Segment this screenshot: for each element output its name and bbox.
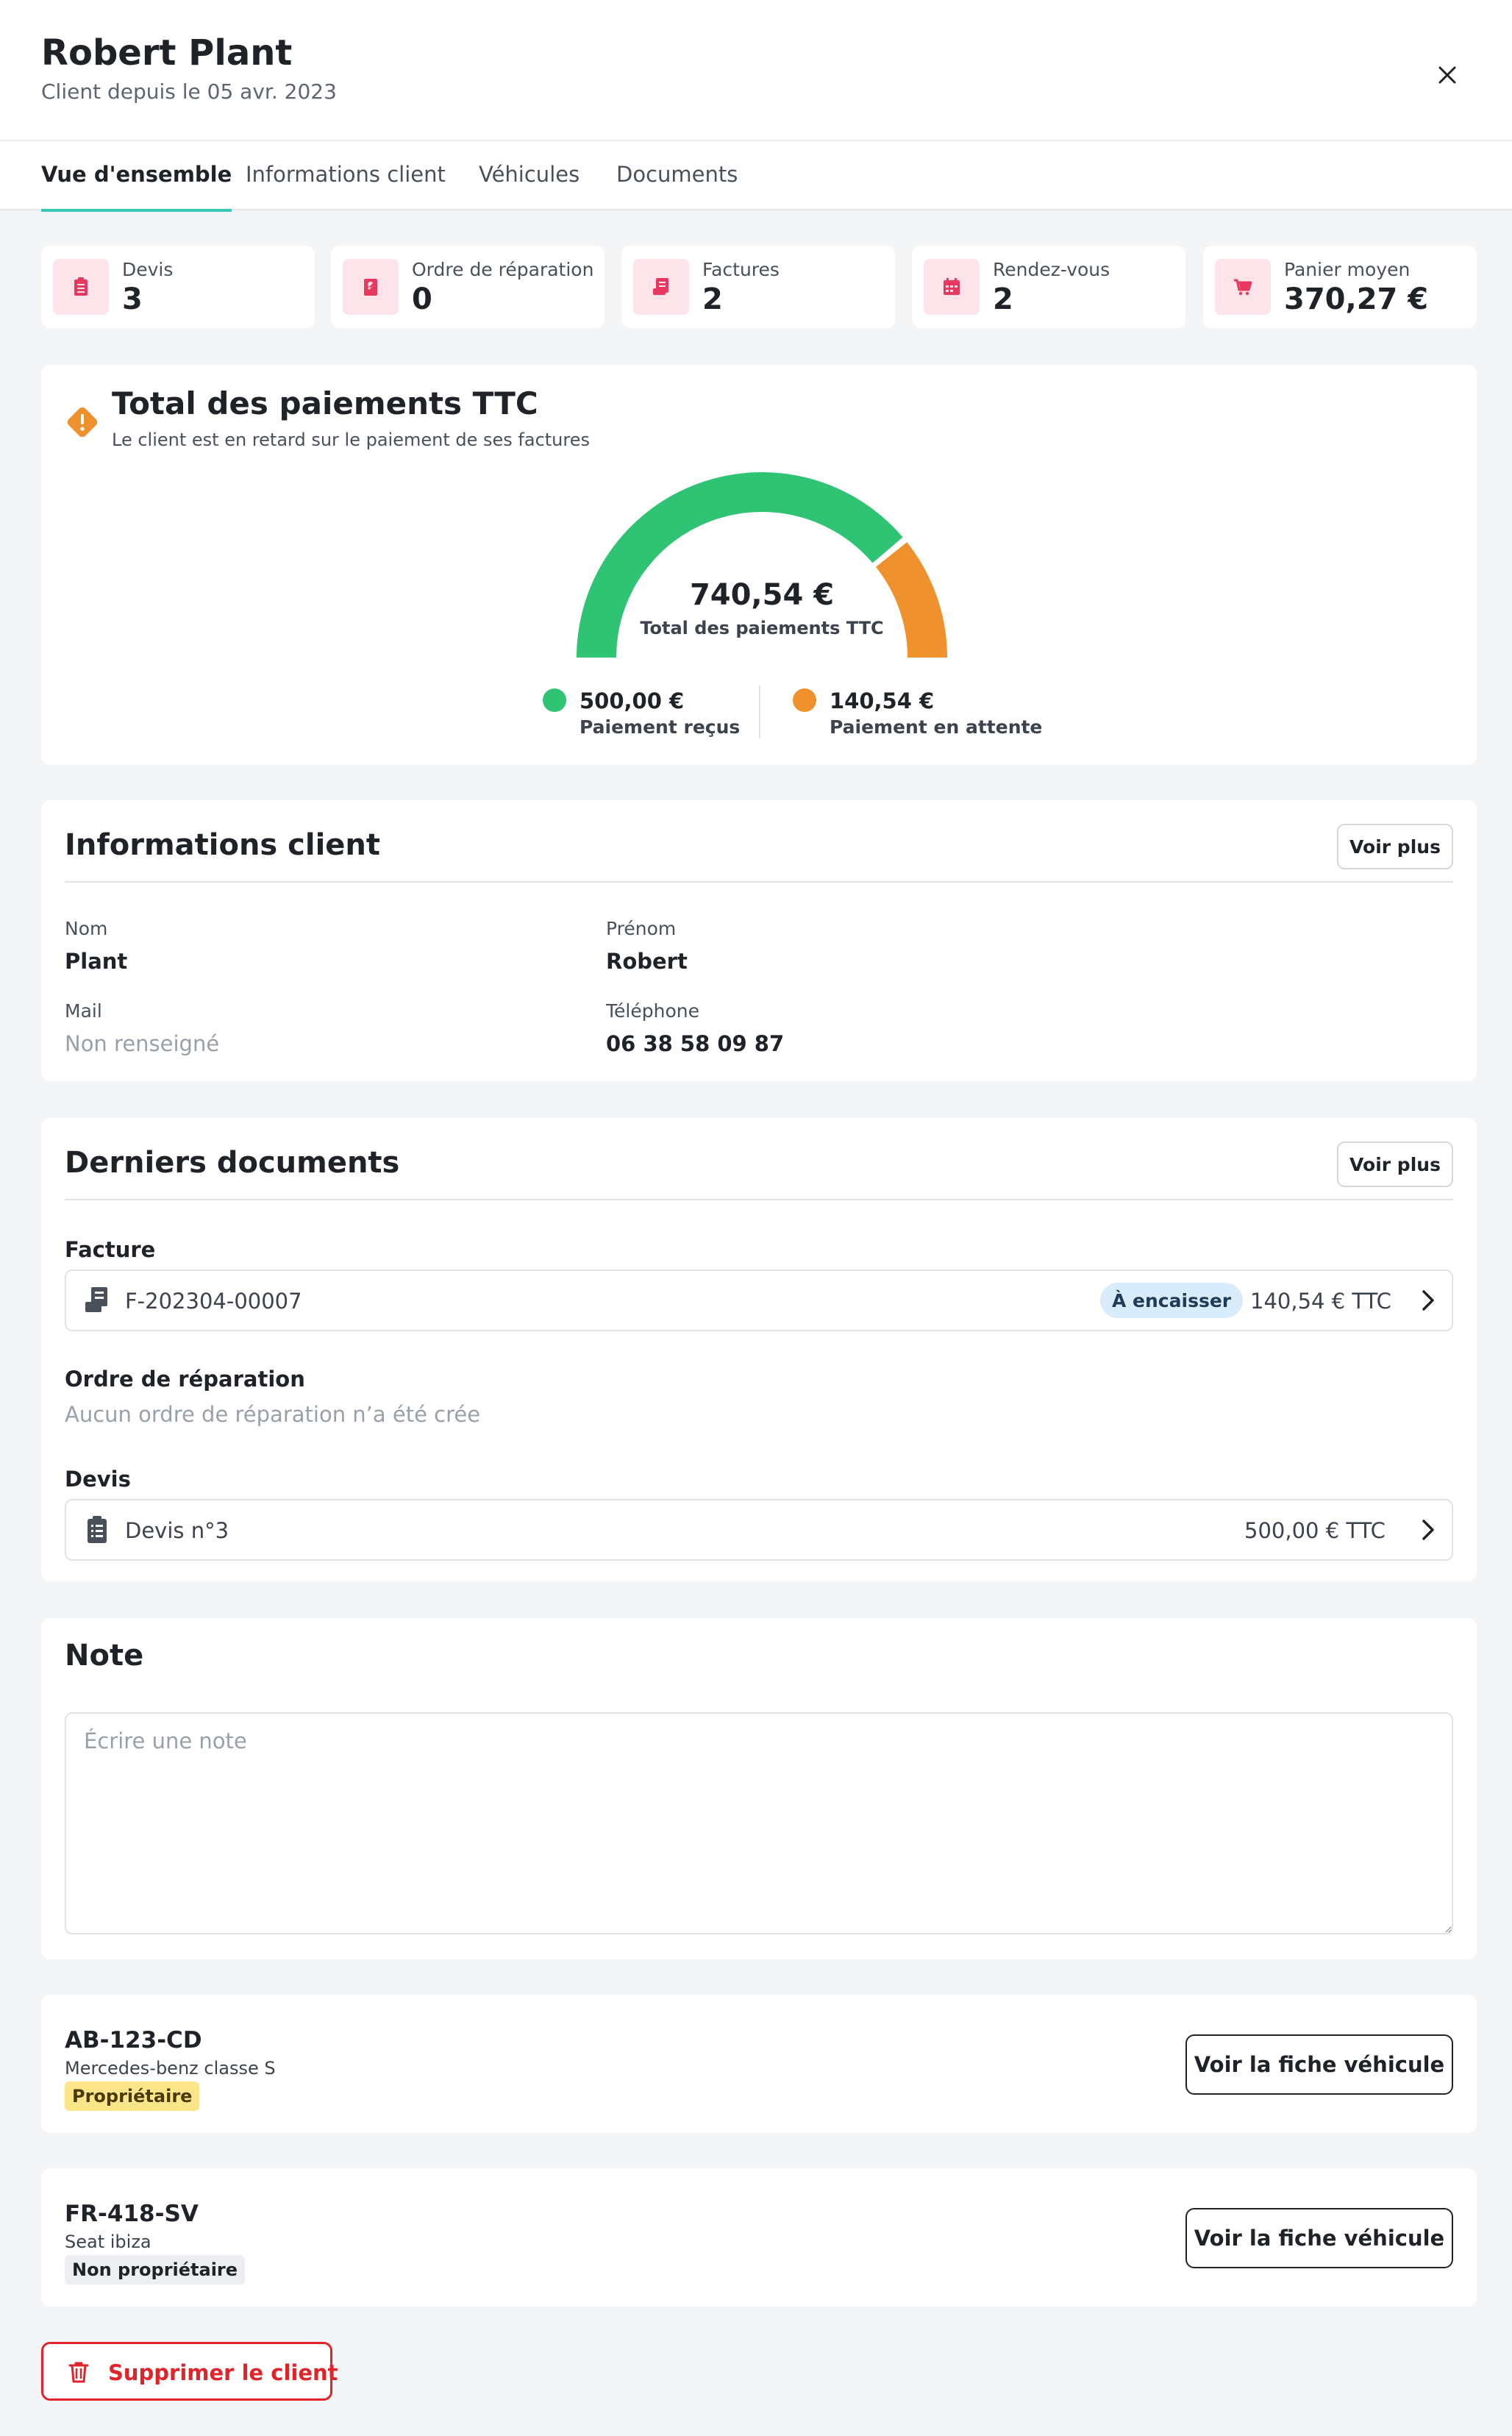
stat-value: 2 <box>702 282 723 316</box>
client-info-see-more-button[interactable]: Voir plus <box>1337 824 1453 869</box>
stat-label: Panier moyen <box>1284 259 1411 280</box>
stat-card-repair-orders: Ordre de réparation 0 <box>331 246 605 328</box>
vehicle-owner-badge: Non propriétaire <box>65 2255 246 2284</box>
quote-name: Devis n°3 <box>125 1518 229 1543</box>
prenom-value: Robert <box>606 949 688 974</box>
quote-row[interactable]: Devis n°3 500,00 € TTC <box>65 1499 1453 1561</box>
tab-vehicles[interactable]: Véhicules <box>479 162 580 210</box>
stat-label: Ordre de réparation <box>412 259 594 280</box>
close-icon <box>1438 66 1456 84</box>
documents-card: Derniers documents Voir plus Facture F-2… <box>41 1118 1477 1581</box>
stat-value: 370,27 € <box>1284 282 1429 316</box>
documents-see-more-button[interactable]: Voir plus <box>1337 1142 1453 1187</box>
stat-value: 3 <box>122 282 143 316</box>
gauge-total-label: Total des paiements TTC <box>640 618 884 638</box>
stat-card-appointments: Rendez-vous 2 <box>912 246 1185 328</box>
tel-value: 06 38 58 09 87 <box>606 1031 785 1056</box>
client-name: Robert Plant <box>41 32 293 74</box>
clipboard-icon <box>74 277 88 296</box>
view-vehicle-button[interactable]: Voir la fiche véhicule <box>1185 2208 1453 2268</box>
legend-pending-label: Paiement en attente <box>830 716 1043 738</box>
view-vehicle-button[interactable]: Voir la fiche véhicule <box>1185 2034 1453 2095</box>
tab-documents[interactable]: Documents <box>616 162 738 210</box>
delete-client-button[interactable]: Supprimer le client <box>41 2342 338 2401</box>
calendar-icon <box>944 278 960 295</box>
gauge-total: 740,54 € <box>689 578 835 612</box>
stat-value: 2 <box>993 282 1013 316</box>
invoice-number: F-202304-00007 <box>125 1289 302 1314</box>
legend-received-label: Paiement reçus <box>580 716 741 738</box>
stat-label: Rendez-vous <box>993 259 1110 280</box>
nom-label: Nom <box>65 918 108 939</box>
divider <box>65 1199 1453 1200</box>
chevron-right-icon <box>1422 1520 1434 1540</box>
invoice-icon <box>85 1287 107 1312</box>
clipboard-icon <box>88 1516 107 1543</box>
vehicle-plate: AB-123-CD <box>65 2027 202 2054</box>
stat-card-devis: Devis 3 <box>41 246 315 328</box>
note-textarea[interactable] <box>65 1712 1453 1934</box>
panel-header: Robert Plant Client depuis le 05 avr. 20… <box>0 0 1512 141</box>
warning-icon <box>67 407 98 438</box>
legend-pending-amount: 140,54 € <box>830 688 935 713</box>
close-button[interactable] <box>1427 54 1468 96</box>
invoice-section-title: Facture <box>65 1237 156 1262</box>
vehicle-plate: FR-418-SV <box>65 2201 199 2227</box>
stat-value: 0 <box>412 282 432 316</box>
legend-received-amount: 500,00 € <box>580 688 685 713</box>
documents-title: Derniers documents <box>65 1146 400 1180</box>
invoice-icon <box>653 278 668 295</box>
note-card: Note <box>41 1618 1477 1959</box>
quote-section-title: Devis <box>65 1467 131 1492</box>
payments-title: Total des paiements TTC <box>112 385 538 421</box>
divider <box>65 881 1453 883</box>
vehicle-card: FR-418-SV Seat ibiza Non propriétaire Vo… <box>41 2168 1477 2307</box>
legend-dot-pending <box>793 688 816 712</box>
tab-bar: Vue d'ensemble Informations client Véhic… <box>0 141 1512 212</box>
legend-separator <box>759 685 760 738</box>
vehicle-card: AB-123-CD Mercedes-benz classe S Proprié… <box>41 1995 1477 2133</box>
repair-section-title: Ordre de réparation <box>65 1367 305 1392</box>
payments-card: Total des paiements TTC Le client est en… <box>41 365 1477 765</box>
stat-label: Factures <box>702 259 780 280</box>
tab-overview[interactable]: Vue d'ensemble <box>41 162 232 212</box>
invoice-row[interactable]: F-202304-00007 À encaisser 140,54 € TTC <box>65 1269 1453 1331</box>
mail-value: Non renseigné <box>65 1031 220 1056</box>
client-info-card: Informations client Voir plus Nom Plant … <box>41 800 1477 1081</box>
mail-label: Mail <box>65 1000 102 1022</box>
invoice-amount: 140,54 € TTC <box>1250 1289 1391 1314</box>
repair-empty-message: Aucun ordre de réparation n’a été crée <box>65 1402 481 1427</box>
client-panel: Robert Plant Client depuis le 05 avr. 20… <box>0 0 1512 2436</box>
quote-amount: 500,00 € TTC <box>1244 1518 1386 1543</box>
client-info-title: Informations client <box>65 828 381 862</box>
payments-subtitle: Le client est en retard sur le paiement … <box>112 430 590 450</box>
stat-card-invoices: Factures 2 <box>621 246 895 328</box>
wrench-icon <box>364 279 377 296</box>
vehicle-model: Mercedes-benz classe S <box>65 2058 276 2079</box>
tel-label: Téléphone <box>606 1000 699 1022</box>
nom-value: Plant <box>65 949 128 974</box>
client-since: Client depuis le 05 avr. 2023 <box>41 79 337 104</box>
legend-dot-received <box>543 688 566 712</box>
chevron-right-icon <box>1422 1290 1434 1311</box>
vehicle-owner-badge: Propriétaire <box>65 2081 200 2111</box>
trash-icon <box>68 2362 89 2383</box>
tab-client-info[interactable]: Informations client <box>246 162 446 210</box>
note-title: Note <box>65 1639 144 1673</box>
cart-icon <box>1234 279 1252 296</box>
stat-card-average-basket: Panier moyen 370,27 € <box>1203 246 1477 328</box>
invoice-status-badge: À encaisser <box>1100 1283 1244 1318</box>
stat-label: Devis <box>122 259 174 280</box>
delete-client-label: Supprimer le client <box>108 2360 338 2385</box>
prenom-label: Prénom <box>606 918 677 939</box>
vehicle-model: Seat ibiza <box>65 2232 151 2252</box>
